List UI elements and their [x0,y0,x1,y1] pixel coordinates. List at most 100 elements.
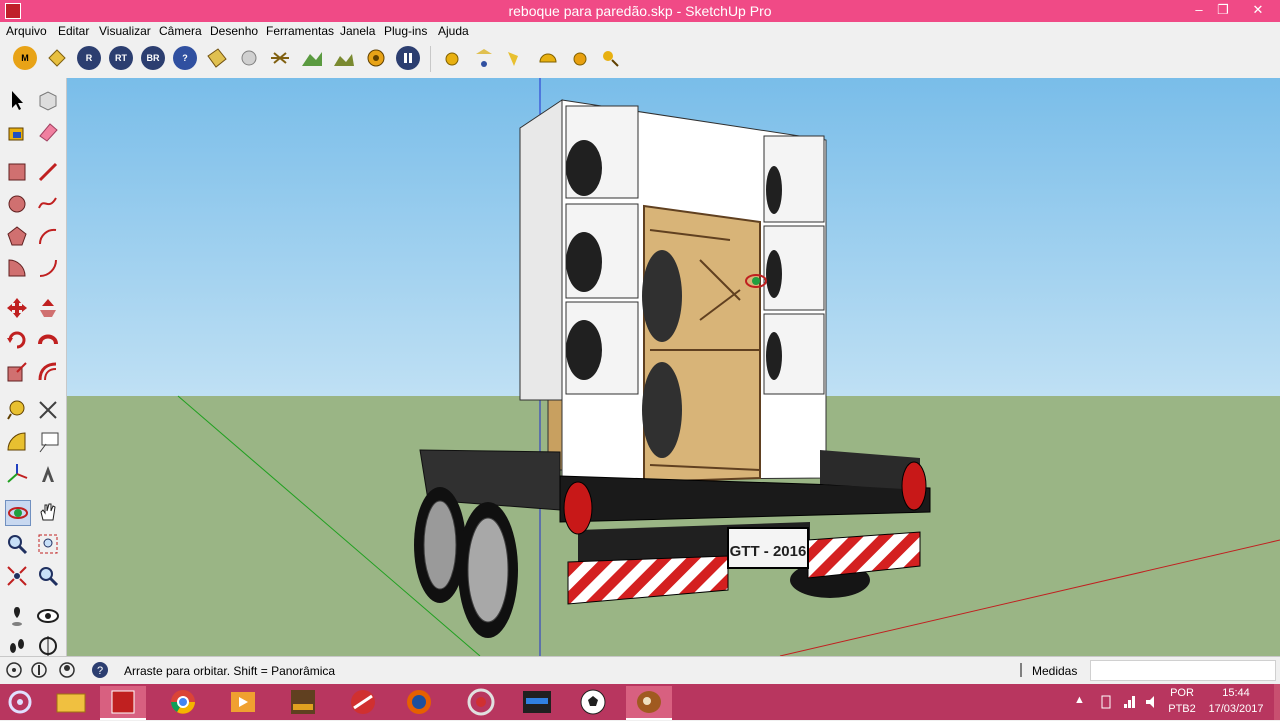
arc2-tool[interactable] [36,256,60,280]
landscape2-button[interactable] [332,46,356,70]
tag-icon [48,49,66,67]
tape-measure-tool[interactable] [5,398,29,422]
select-tool[interactable] [5,88,29,112]
dimension-icon [39,401,57,419]
sphere-button[interactable] [237,46,261,70]
orbit-tool[interactable] [5,500,31,526]
pie-tool[interactable] [5,256,29,280]
show-desktop-button[interactable] [1274,684,1280,720]
credits-icon[interactable] [30,661,48,679]
sun-button[interactable] [440,46,464,70]
3d-text-tool[interactable] [36,462,60,486]
chrome-button[interactable] [160,686,206,718]
nfs-button[interactable] [514,686,560,718]
flatout-button[interactable] [280,686,326,718]
plugin-br-button[interactable]: BR [141,46,165,70]
geo-location-icon[interactable] [5,661,23,679]
eraser-tool[interactable] [36,120,60,144]
paint-bucket-tool[interactable] [5,120,29,144]
svg-text:?: ? [97,665,103,677]
measurements-box[interactable] [1090,660,1276,681]
zoom-tool[interactable] [5,532,29,556]
plugin-r-button[interactable]: R [77,46,101,70]
help-button[interactable]: ? [173,46,197,70]
menu-plugins[interactable]: Plug-ins [384,24,427,38]
sphere2-button[interactable] [568,46,592,70]
firefox-button[interactable] [396,686,442,718]
move-tool[interactable] [5,296,29,320]
clock-date[interactable]: 17/03/2017 [1206,703,1266,715]
battery-icon[interactable] [1098,694,1114,710]
freehand-tool[interactable] [36,192,60,216]
scale-icon [7,362,27,382]
window-title: reboque para paredão.skp - SketchUp Pro [508,3,772,19]
zoom-extents-tool[interactable] [5,564,29,588]
close-button[interactable]: ✕ [1238,0,1278,20]
menu-editar[interactable]: Editar [58,24,89,38]
rotate-tool[interactable] [5,328,29,352]
offset-tool[interactable] [36,360,60,384]
tag-button[interactable] [45,46,69,70]
game-button[interactable] [340,686,386,718]
make-component-tool[interactable] [36,88,60,112]
file-explorer-button[interactable] [48,686,94,718]
soccer-button[interactable] [570,686,616,718]
section-plane-tool[interactable] [36,634,60,658]
tray-overflow-icon[interactable]: ▲ [1074,694,1085,706]
zoom-window-tool[interactable] [36,532,60,556]
video-button[interactable] [220,686,266,718]
landscape-button[interactable] [300,46,324,70]
target-button[interactable] [364,46,388,70]
line-tool[interactable] [36,160,60,184]
network-icon[interactable] [1122,694,1138,710]
keyboard-layout-indicator[interactable]: PTB2 [1168,703,1196,715]
arc-tool[interactable] [36,224,60,248]
menu-janela[interactable]: Janela [340,24,375,38]
tool-palette [0,78,67,656]
polygon-tool[interactable] [5,224,29,248]
3d-text-icon [42,466,54,482]
help-icon[interactable]: ? [91,661,109,679]
offset-icon [38,362,57,381]
plugin-rt-button[interactable]: RT [109,46,133,70]
dimension-tool[interactable] [36,398,60,422]
menu-visualizar[interactable]: Visualizar [99,24,151,38]
follow-me-tool[interactable] [36,328,60,352]
previous-view-tool[interactable] [36,564,60,588]
look-around-tool[interactable] [36,604,60,628]
position-camera-tool[interactable] [5,604,29,628]
materials-button[interactable] [205,46,229,70]
language-indicator[interactable]: POR [1168,687,1196,699]
baseball-glove-button[interactable] [626,686,672,720]
menu-camera[interactable]: Câmera [159,24,202,38]
model-viewport[interactable]: GTT - 2016 [67,78,1280,656]
clock-time[interactable]: 15:44 [1206,687,1266,699]
rectangle-tool[interactable] [5,160,29,184]
menu-ajuda[interactable]: Ajuda [438,24,469,38]
light-button[interactable] [268,46,292,70]
volume-icon[interactable] [1144,694,1160,710]
pan-tool[interactable] [36,500,60,524]
menu-desenho[interactable]: Desenho [210,24,258,38]
circle-tool[interactable] [5,192,29,216]
protractor-tool[interactable] [5,430,29,454]
push-pull-tool[interactable] [36,296,60,320]
walk-tool[interactable] [5,634,29,658]
text-tool[interactable] [36,430,60,454]
start-button[interactable] [0,686,46,718]
maximize-button[interactable]: ❐ [1208,0,1238,20]
spotlight-button[interactable] [504,46,528,70]
scale-tool[interactable] [5,360,29,384]
landscape-icon [302,52,322,66]
pause-button[interactable] [396,46,420,70]
user-icon[interactable] [58,661,76,679]
dome-button[interactable] [536,46,560,70]
menu-arquivo[interactable]: Arquivo [6,24,47,38]
sketchup-taskbar-button[interactable] [100,686,146,720]
lamp-button[interactable] [472,46,496,70]
recorder-button[interactable] [458,686,504,718]
menu-ferramentas[interactable]: Ferramentas [266,24,334,38]
axes-tool[interactable] [5,462,29,486]
cursor-light-button[interactable] [598,46,622,70]
plugin-m-button[interactable]: M [13,46,37,70]
